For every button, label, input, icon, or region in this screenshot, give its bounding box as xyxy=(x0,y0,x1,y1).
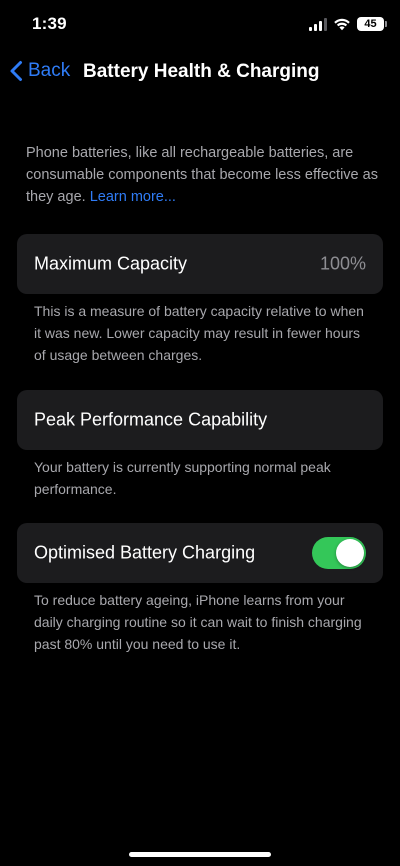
maximum-capacity-label: Maximum Capacity xyxy=(34,253,188,274)
peak-performance-footnote: Your battery is currently supporting nor… xyxy=(34,459,331,497)
battery-health-screen: 1:39 45 Back Battery Health & Charging P… xyxy=(0,0,400,866)
home-indicator[interactable] xyxy=(129,852,271,857)
peak-performance-label: Peak Performance Capability xyxy=(34,409,268,430)
back-button[interactable]: Back xyxy=(8,56,70,86)
learn-more-link[interactable]: Learn more... xyxy=(90,189,176,205)
wifi-icon xyxy=(334,18,350,31)
maximum-capacity-value: 100% xyxy=(319,253,366,274)
back-label: Back xyxy=(28,60,71,81)
status-time: 1:39 xyxy=(32,14,67,33)
maximum-capacity-row: Maximum Capacity 100% xyxy=(17,234,383,294)
status-bar: 1:39 45 xyxy=(0,0,400,50)
page-title: Battery Health & Charging xyxy=(83,61,320,82)
intro-description: Phone batteries, like all rechargeable b… xyxy=(26,145,378,205)
optimised-charging-footnote: To reduce battery ageing, iPhone learns … xyxy=(34,592,362,652)
cellular-signal-icon xyxy=(309,17,327,31)
navigation-bar: Back Battery Health & Charging xyxy=(0,52,400,92)
status-icons: 45 xyxy=(309,15,387,33)
intro-text: Phone batteries, like all rechargeable b… xyxy=(26,142,381,208)
toggle-knob xyxy=(336,539,364,567)
peak-performance-row: Peak Performance Capability xyxy=(17,390,383,450)
battery-icon: 45 xyxy=(357,17,387,31)
optimised-charging-label: Optimised Battery Charging xyxy=(34,542,256,563)
optimised-charging-toggle[interactable] xyxy=(312,537,366,569)
maximum-capacity-footnote: This is a measure of battery capacity re… xyxy=(34,303,364,363)
chevron-left-icon xyxy=(10,61,22,81)
optimised-charging-row: Optimised Battery Charging xyxy=(17,523,383,583)
